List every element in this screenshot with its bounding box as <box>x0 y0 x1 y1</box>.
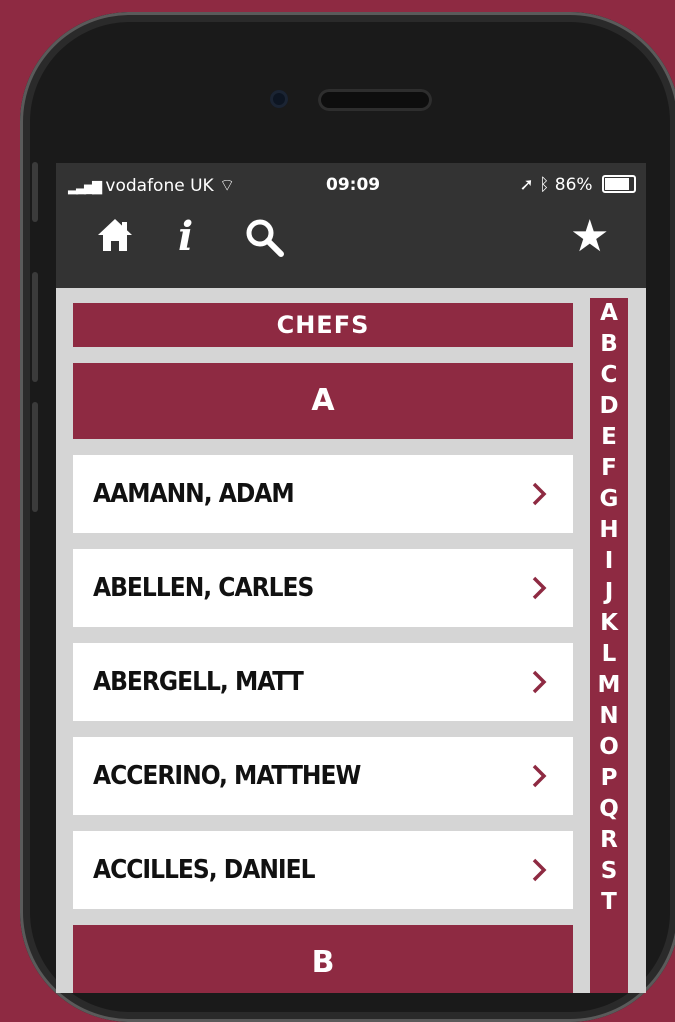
location-icon: ➚ <box>519 175 534 195</box>
index-letter-l[interactable]: L <box>590 639 628 670</box>
status-bar: ▂▃▅▇ vodafone UK ⌔ 09:09 ➚ ᛒ 86% <box>56 169 646 203</box>
index-letter-a[interactable]: A <box>590 298 628 329</box>
page-title: CHEFS <box>73 303 573 347</box>
chevron-right-icon <box>532 764 547 788</box>
index-letter-t[interactable]: T <box>590 887 628 918</box>
list-item[interactable]: ABELLEN, CARLES <box>73 549 573 627</box>
chef-name: ABERGELL, MATT <box>93 667 304 697</box>
signal-icon: ▂▃▅▇ <box>68 180 102 195</box>
volume-up-button <box>32 272 38 382</box>
chevron-right-icon <box>532 858 547 882</box>
carrier-label: ▂▃▅▇ vodafone UK ⌔ <box>68 176 236 196</box>
chef-name: ACCERINO, MATTHEW <box>93 761 361 791</box>
app-screen: ▂▃▅▇ vodafone UK ⌔ 09:09 ➚ ᛒ 86% i ★ CHE… <box>56 163 646 993</box>
volume-down-button <box>32 402 38 512</box>
clock: 09:09 <box>326 175 381 195</box>
top-bar: ▂▃▅▇ vodafone UK ⌔ 09:09 ➚ ᛒ 86% i ★ <box>56 163 646 288</box>
chevron-right-icon <box>532 670 547 694</box>
index-letter-d[interactable]: D <box>590 391 628 422</box>
chef-list: CHEFS A AAMANN, ADAM ABELLEN, CARLES ABE… <box>73 303 573 993</box>
index-letter-m[interactable]: M <box>590 670 628 701</box>
info-icon[interactable]: i <box>178 213 193 260</box>
list-item[interactable]: AAMANN, ADAM <box>73 455 573 533</box>
section-header-a: A <box>73 363 573 439</box>
index-letter-r[interactable]: R <box>590 825 628 856</box>
chevron-right-icon <box>532 576 547 600</box>
index-letter-o[interactable]: O <box>590 732 628 763</box>
list-item[interactable]: ACCERINO, MATTHEW <box>73 737 573 815</box>
index-letter-h[interactable]: H <box>590 515 628 546</box>
index-letter-k[interactable]: K <box>590 608 628 639</box>
index-letter-g[interactable]: G <box>590 484 628 515</box>
alphabet-index[interactable]: A B C D E F G H I J K L M N O P Q R S T <box>590 298 628 993</box>
bluetooth-icon: ᛒ <box>539 175 550 195</box>
list-item[interactable]: ACCILLES, DANIEL <box>73 831 573 909</box>
section-header-b: B <box>73 925 573 993</box>
search-icon[interactable] <box>244 217 284 261</box>
battery-percent: 86% <box>554 175 593 195</box>
index-letter-q[interactable]: Q <box>590 794 628 825</box>
home-icon[interactable] <box>96 217 134 257</box>
list-item[interactable]: ABERGELL, MATT <box>73 643 573 721</box>
index-letter-i[interactable]: I <box>590 546 628 577</box>
chef-name: ACCILLES, DANIEL <box>93 855 315 885</box>
star-icon[interactable]: ★ <box>570 211 609 262</box>
index-letter-f[interactable]: F <box>590 453 628 484</box>
index-letter-c[interactable]: C <box>590 360 628 391</box>
index-letter-e[interactable]: E <box>590 422 628 453</box>
earpiece-speaker <box>318 89 432 111</box>
status-right: ➚ ᛒ 86% <box>520 175 636 195</box>
index-letter-p[interactable]: P <box>590 763 628 794</box>
index-letter-b[interactable]: B <box>590 329 628 360</box>
chevron-right-icon <box>532 482 547 506</box>
mute-switch <box>32 162 38 222</box>
index-letter-n[interactable]: N <box>590 701 628 732</box>
chef-name: ABELLEN, CARLES <box>93 573 314 603</box>
index-letter-s[interactable]: S <box>590 856 628 887</box>
battery-icon <box>602 175 636 193</box>
index-letter-j[interactable]: J <box>590 577 628 608</box>
chef-name: AAMANN, ADAM <box>93 479 295 509</box>
front-camera <box>270 90 288 108</box>
wifi-icon: ⌔ <box>219 176 236 196</box>
